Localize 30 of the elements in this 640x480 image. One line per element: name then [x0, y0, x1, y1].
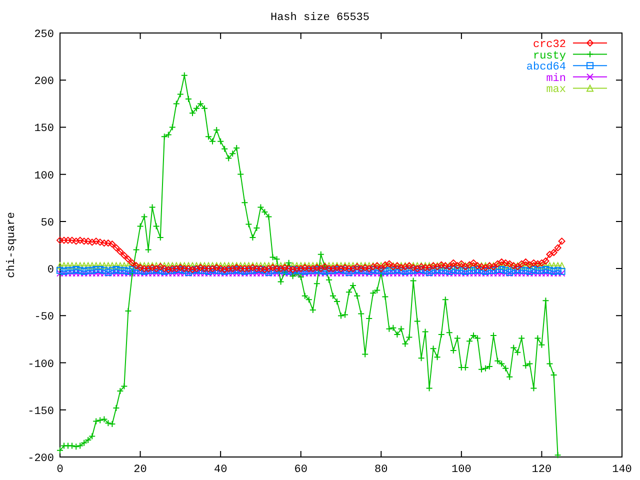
legend-swatch: [572, 50, 608, 58]
axis-tick-label: 20: [134, 464, 147, 476]
axis-tick-label: -200: [28, 453, 54, 465]
legend-label: crc32: [532, 39, 566, 51]
legend-swatch: [572, 73, 608, 80]
axis-tick-label: -50: [34, 312, 54, 324]
axis-tick-label: 0: [47, 264, 54, 277]
legend-swatch: [572, 62, 608, 70]
axis-tick-label: 80: [374, 464, 388, 476]
axis-tick-label: 200: [34, 76, 54, 88]
axis-tick-label: 50: [40, 217, 54, 230]
legend-label: rusty: [532, 50, 566, 62]
axis-label: chi-square: [6, 212, 18, 278]
axis-tick-label: 100: [452, 464, 472, 476]
axis-tick-label: 100: [34, 170, 54, 182]
chart-title: Hash size 65535: [270, 12, 370, 24]
legend-label: max: [546, 84, 566, 96]
legend-swatch: [572, 39, 608, 47]
axis-tick-label: 60: [294, 464, 308, 476]
legend-label: min: [546, 72, 566, 85]
axis-tick-label: 40: [214, 464, 228, 476]
axis-tick-label: 120: [532, 464, 552, 476]
legend-swatch: [572, 84, 608, 92]
axis-tick-label: 140: [612, 464, 632, 476]
axis-tick-label: 250: [34, 29, 54, 41]
axis-tick-label: 150: [34, 123, 54, 136]
axis-tick-label: -100: [28, 358, 54, 371]
axis-tick-label: -150: [28, 406, 54, 418]
legend-label: abcd64: [526, 62, 566, 74]
axis-tick-label: 0: [56, 464, 64, 476]
